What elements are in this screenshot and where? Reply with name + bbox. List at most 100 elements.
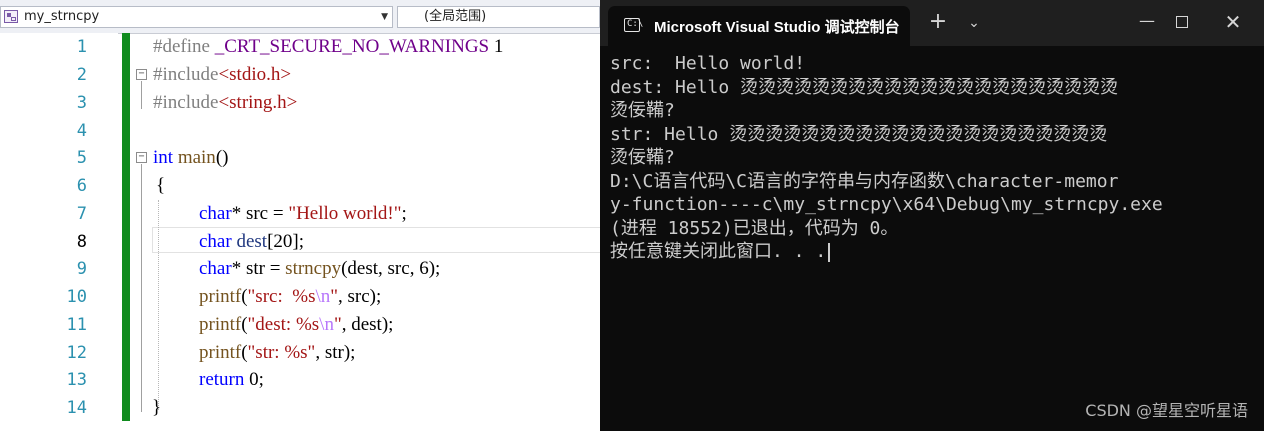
punctuation: ()	[215, 147, 229, 168]
output-line-prompt: 按任意键关闭此窗口. . .	[610, 240, 1250, 264]
punctuation: ;	[258, 369, 264, 390]
punctuation: ;	[401, 203, 407, 224]
output-line: (进程 18552)已退出，代码为 0。	[610, 217, 899, 239]
line-number: 9	[76, 259, 87, 279]
chevron-down-icon[interactable]: ▼	[381, 7, 388, 27]
output-line: 烫佞鞴?	[610, 100, 675, 121]
punctuation: ];	[292, 231, 304, 252]
preprocessor-directive: #define	[153, 36, 210, 57]
navigation-bar: my_strncpy ▼ (全局范围)	[0, 0, 600, 34]
escape-sequence: \n	[315, 286, 331, 307]
number-literal: 0	[249, 369, 259, 390]
string-literal: "src: %s	[247, 286, 316, 307]
text-cursor	[828, 242, 830, 262]
debug-console-window[interactable]: C:\ Microsoft Visual Studio 调试控制台 + ⌄ — …	[600, 0, 1264, 431]
open-brace: {	[156, 175, 166, 196]
line-number-current: 8	[76, 232, 87, 252]
tab-title: Microsoft Visual Studio 调试控制台	[654, 19, 900, 36]
function-name: printf	[199, 286, 242, 307]
console-tab[interactable]: C:\ Microsoft Visual Studio 调试控制台	[608, 6, 910, 46]
scope-dropdown[interactable]: my_strncpy ▼	[0, 6, 393, 28]
watermark: CSDN @望星空听星语	[1085, 401, 1248, 420]
code-text: (dest, src,	[341, 258, 415, 279]
preprocessor-directive: #include	[153, 92, 219, 113]
keyword: return	[199, 369, 245, 390]
line-number: 5	[76, 148, 87, 168]
project-icon	[4, 10, 18, 23]
scope-dropdown-value: my_strncpy	[24, 9, 100, 24]
code-text: * src =	[231, 203, 284, 224]
keyword: char	[199, 203, 232, 224]
string-literal: "	[333, 314, 342, 335]
code-text: , dest);	[341, 314, 394, 335]
keyword: char	[199, 231, 232, 252]
function-name: strncpy	[285, 258, 342, 279]
string-literal: "str: %s"	[247, 342, 316, 363]
fold-line	[141, 81, 142, 109]
keyword: int	[153, 147, 174, 168]
line-number: 14	[66, 398, 87, 418]
line-number: 6	[76, 176, 87, 196]
code-line-7: char* src = "Hello world!";	[199, 200, 407, 228]
variable-name: dest	[236, 231, 268, 252]
code-text: * str =	[231, 258, 281, 279]
function-name: printf	[199, 342, 242, 363]
maximize-button[interactable]	[1166, 10, 1196, 36]
prompt-text: 按任意键关闭此窗口. . .	[610, 241, 827, 262]
output-line: str: Hello 烫烫烫烫烫烫烫烫烫烫烫烫烫烫烫烫烫烫烫烫烫	[610, 123, 1108, 145]
change-tracking-bar	[122, 33, 130, 421]
string-literal: "	[330, 286, 339, 307]
preprocessor-directive: #include	[153, 64, 219, 85]
line-number: 4	[76, 121, 87, 141]
code-line-3: #include<string.h>	[153, 89, 297, 117]
code-line-9: char* str = strncpy(dest, src, 6);	[199, 255, 440, 283]
chevron-down-icon[interactable]: ⌄	[962, 10, 986, 36]
code-line-12: printf("str: %s", str);	[199, 339, 355, 367]
global-scope-value: (全局范围)	[424, 9, 487, 24]
function-name: printf	[199, 314, 242, 335]
global-scope-dropdown[interactable]: (全局范围)	[397, 6, 600, 28]
line-number: 13	[66, 370, 87, 390]
window-titlebar[interactable]: C:\ Microsoft Visual Studio 调试控制台 + ⌄ — …	[600, 0, 1264, 46]
terminal-icon: C:\	[624, 18, 643, 32]
code-line-10: printf("src: %s\n", src);	[199, 283, 381, 311]
close-brace: }	[152, 397, 162, 418]
code-line-8: char dest[20];	[199, 228, 304, 256]
close-button[interactable]: ✕	[1218, 10, 1248, 36]
header-name: <string.h>	[218, 92, 298, 113]
fold-line	[141, 164, 142, 412]
collapse-icon[interactable]: −	[136, 69, 147, 80]
code-text: , src);	[338, 286, 382, 307]
macro-name: _CRT_SECURE_NO_WARNINGS	[214, 36, 490, 57]
code-line-1: #define _CRT_SECURE_NO_WARNINGS 1	[153, 33, 503, 61]
output-line: 烫佞鞴?	[610, 147, 675, 168]
line-number: 1	[76, 37, 87, 57]
string-literal: "Hello world!"	[288, 203, 402, 224]
code-area[interactable]: − − #define _CRT_SECURE_NO_WARNINGS 1 #i…	[132, 33, 600, 431]
code-editor[interactable]: my_strncpy ▼ (全局范围) 1 2 3 4 5 6 7 8 9 10…	[0, 0, 600, 431]
indent-guide	[158, 200, 159, 410]
escape-sequence: \n	[319, 314, 334, 335]
code-line-13: return 0;	[199, 366, 264, 394]
code-line-11: printf("dest: %s\n", dest);	[199, 311, 393, 339]
keyword: char	[199, 258, 232, 279]
output-line: src: Hello world!	[610, 53, 806, 74]
maximize-icon	[1176, 16, 1188, 28]
line-number: 11	[66, 315, 87, 335]
line-number-gutter: 1 2 3 4 5 6 7 8 9 10 11 12 13 14	[0, 33, 118, 431]
output-line: dest: Hello 烫烫烫烫烫烫烫烫烫烫烫烫烫烫烫烫烫烫烫烫烫	[610, 76, 1119, 98]
console-output[interactable]: src: Hello world! dest: Hello 烫烫烫烫烫烫烫烫烫烫…	[610, 52, 1250, 264]
collapse-icon[interactable]: −	[136, 152, 147, 163]
header-name: <stdio.h>	[218, 64, 292, 85]
line-number: 3	[76, 93, 87, 113]
output-line: D:\C语言代码\C语言的字符串与内存函数\character-memor	[610, 170, 1119, 192]
punctuation: );	[428, 258, 441, 279]
string-literal: "dest: %s	[247, 314, 320, 335]
new-tab-button[interactable]: +	[926, 10, 950, 36]
code-line-6: {	[156, 172, 165, 200]
number-literal: 20	[273, 231, 293, 252]
code-line-2: #include<stdio.h>	[153, 61, 291, 89]
minimize-button[interactable]: —	[1132, 10, 1162, 36]
line-number: 2	[76, 65, 87, 85]
code-text: , str);	[315, 342, 356, 363]
